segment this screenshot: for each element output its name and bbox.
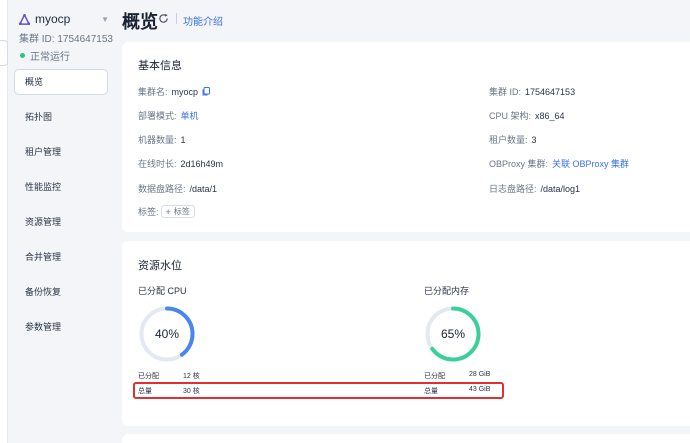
cluster-status: 正常运行 [19, 48, 109, 63]
field-data-path: 数据盘路径: /data/1 [138, 182, 217, 195]
field-label: 部署模式: [138, 111, 177, 121]
field-label: OBProxy 集群: [489, 159, 549, 169]
sidebar: myocp ▼ 集群 ID: 1754647153 正常运行 概览 拓扑图 租户… [8, 0, 113, 443]
status-dot-icon [20, 53, 25, 58]
field-machine-count: 机器数量: 1 [138, 133, 186, 146]
cluster-status-label: 正常运行 [30, 52, 70, 63]
sidebar-item-overview[interactable]: 概览 [14, 69, 108, 95]
field-value: 1 [180, 134, 186, 145]
field-tags: 标签: + 标签 [138, 205, 195, 218]
cluster-switcher[interactable]: myocp ▼ 集群 ID: 1754647153 正常运行 [19, 11, 113, 63]
cpu-title: 已分配 CPU [138, 286, 187, 296]
field-label: 日志盘路径: [489, 184, 537, 194]
sidebar-item-topology[interactable]: 拓扑图 [14, 104, 108, 130]
chevron-down-icon[interactable]: ▼ [101, 15, 109, 24]
memory-title: 已分配内存 [424, 286, 470, 296]
field-uptime: 在线时长: 2d16h49m [138, 157, 223, 170]
cluster-id: 集群 ID: 1754647153 [19, 34, 113, 45]
field-value: /data/log1 [540, 183, 581, 194]
field-label: 标签: [138, 207, 159, 217]
field-value: x86_64 [535, 110, 565, 121]
sidebar-item-resources[interactable]: 资源管理 [14, 209, 108, 235]
basic-info-title: 基本信息 [138, 60, 182, 72]
cluster-logo-icon [19, 13, 30, 25]
field-value: 3 [531, 134, 537, 145]
cluster-name: myocp [35, 12, 71, 26]
plus-icon: + [165, 206, 171, 217]
stat-label: 已分配 [424, 373, 445, 380]
header-divider [176, 13, 177, 24]
field-label: 数据盘路径: [138, 184, 186, 194]
field-obproxy: OBProxy 集群: 关联 OBProxy 集群 [489, 157, 629, 170]
field-label: 在线时长: [138, 159, 177, 169]
field-label: 集群 ID: [489, 87, 522, 97]
add-tag-label: 标签 [173, 207, 190, 216]
field-cluster-id: 集群 ID: 1754647153 [489, 85, 575, 98]
next-card [122, 434, 690, 443]
sidebar-item-tenants[interactable]: 租户管理 [14, 139, 108, 165]
memory-allocated-row: 已分配 28 GiB [424, 371, 490, 381]
stat-value: 28 GiB [469, 371, 491, 378]
field-label: 租户数量: [489, 135, 528, 145]
cpu-allocated-row: 已分配 12 核 [138, 371, 200, 381]
page-title: 概览 [122, 12, 158, 32]
field-label: 机器数量: [138, 135, 177, 145]
field-value: /data/1 [189, 183, 218, 194]
basic-info-card: 基本信息 集群名: myocp 集群 ID: 1754647153 部署模式: … [122, 42, 690, 232]
memory-percent: 65% [440, 327, 466, 341]
field-log-path: 日志盘路径: /data/log1 [489, 182, 580, 195]
highlight-box [133, 382, 504, 399]
sidebar-nav: 概览 拓扑图 租户管理 性能监控 资源管理 合并管理 备份恢复 参数管理 [14, 69, 108, 349]
obproxy-link[interactable]: 关联 OBProxy 集群 [552, 157, 629, 170]
deploy-mode-link[interactable]: 单机 [181, 109, 199, 122]
left-rail [0, 0, 8, 443]
cpu-percent: 40% [154, 327, 180, 341]
field-value: 1754647153 [525, 86, 576, 97]
refresh-icon[interactable] [158, 13, 169, 24]
resource-title: 资源水位 [138, 260, 182, 272]
rail-marker [0, 40, 8, 66]
sidebar-item-parameters[interactable]: 参数管理 [14, 314, 108, 340]
stat-label: 已分配 [138, 373, 159, 380]
field-cluster-name: 集群名: myocp [138, 85, 211, 98]
sidebar-item-compaction[interactable]: 合并管理 [14, 244, 108, 270]
help-link[interactable]: 功能介绍 [183, 13, 223, 28]
sidebar-item-backup[interactable]: 备份恢复 [14, 279, 108, 305]
field-label: 集群名: [138, 87, 168, 97]
field-deploy-mode: 部署模式: 单机 [138, 109, 199, 122]
field-cpu-arch: CPU 架构: x86_64 [489, 109, 565, 122]
add-tag-button[interactable]: + 标签 [160, 205, 195, 218]
sidebar-item-monitoring[interactable]: 性能监控 [14, 174, 108, 200]
copy-icon[interactable] [202, 87, 211, 96]
field-value: 2d16h49m [180, 158, 224, 169]
stat-value: 12 核 [183, 373, 200, 380]
field-label: CPU 架构: [489, 111, 532, 121]
field-value: myocp [171, 86, 199, 97]
field-tenant-count: 租户数量: 3 [489, 133, 537, 146]
